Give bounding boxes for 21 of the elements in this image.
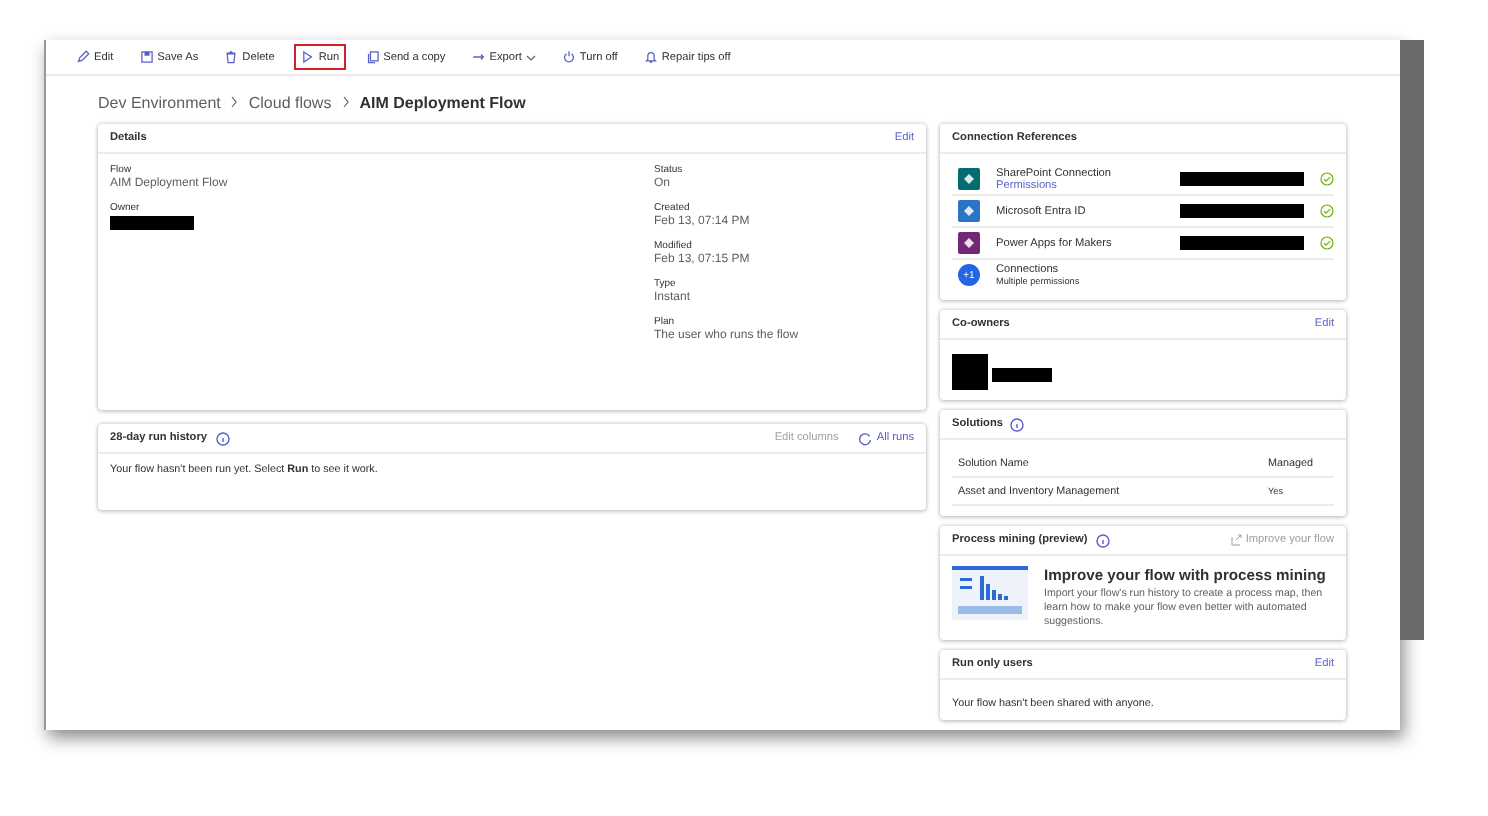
bell-icon (643, 50, 658, 64)
breadcrumb-link[interactable]: Dev Environment (98, 93, 221, 111)
info-icon[interactable] (215, 431, 229, 445)
info-icon[interactable] (1010, 417, 1025, 431)
info-icon[interactable] (1095, 533, 1110, 547)
breadcrumb-link[interactable]: Cloud flows (248, 93, 332, 111)
copy-icon (365, 50, 380, 64)
pencil-icon (76, 50, 90, 64)
diamond-icon (958, 200, 980, 222)
trash-icon (224, 50, 239, 64)
save-icon (139, 50, 154, 64)
scrollbar[interactable] (1400, 40, 1424, 640)
chevron-icon (230, 96, 239, 108)
page-title: AIM Deployment Flow (359, 93, 526, 111)
arrow-icon (471, 50, 486, 64)
refresh-icon (858, 431, 873, 445)
play-icon (300, 50, 315, 64)
power-icon (561, 50, 576, 64)
chart-illustration (952, 566, 1028, 620)
chevron-icon (341, 96, 350, 108)
external-link-icon (1229, 534, 1242, 546)
